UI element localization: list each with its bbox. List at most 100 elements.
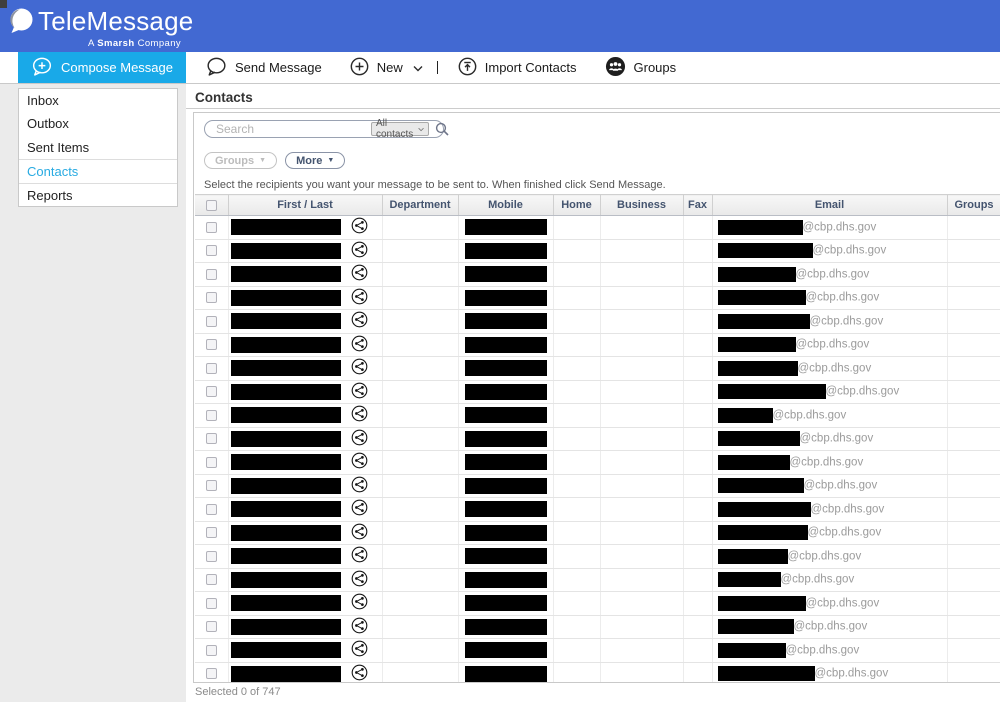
row-checkbox[interactable] bbox=[206, 504, 217, 515]
share-contact-icon[interactable] bbox=[351, 625, 368, 637]
import-contacts-button[interactable]: Import Contacts bbox=[444, 52, 591, 83]
contacts-filter-select[interactable]: All contacts bbox=[371, 122, 429, 136]
row-checkbox[interactable] bbox=[206, 386, 217, 397]
filter-buttons-row: Groups ▼ More ▼ bbox=[204, 152, 345, 169]
groups-cell bbox=[947, 380, 1000, 404]
contact-email-redacted bbox=[718, 220, 803, 235]
email-cell: @cbp.dhs.gov bbox=[712, 333, 947, 357]
contact-name-cell bbox=[228, 357, 382, 381]
department-cell bbox=[382, 615, 458, 639]
row-checkbox[interactable] bbox=[206, 645, 217, 656]
contact-row: @cbp.dhs.gov bbox=[195, 615, 1000, 639]
row-checkbox[interactable] bbox=[206, 363, 217, 374]
chevron-down-icon[interactable] bbox=[413, 60, 423, 75]
row-select-cell bbox=[195, 263, 228, 287]
groups-cell bbox=[947, 451, 1000, 475]
row-checkbox[interactable] bbox=[206, 574, 217, 585]
fax-cell bbox=[683, 357, 712, 381]
compose-message-button[interactable]: Compose Message bbox=[18, 52, 186, 83]
share-contact-icon[interactable] bbox=[351, 225, 368, 237]
share-contact-icon[interactable] bbox=[351, 413, 368, 425]
new-button[interactable]: New bbox=[336, 52, 437, 83]
send-message-button[interactable]: Send Message bbox=[192, 52, 336, 83]
name-redacted bbox=[231, 337, 341, 353]
sidebar-item-contacts[interactable]: Contacts bbox=[19, 159, 177, 182]
col-business: Business bbox=[600, 195, 683, 216]
share-contact-icon[interactable] bbox=[351, 507, 368, 519]
more-button[interactable]: More ▼ bbox=[285, 152, 345, 169]
share-contact-icon[interactable] bbox=[351, 319, 368, 331]
import-contacts-label: Import Contacts bbox=[485, 60, 577, 75]
groups-cell bbox=[947, 474, 1000, 498]
groups-button[interactable]: Groups bbox=[591, 52, 691, 83]
share-contact-icon[interactable] bbox=[351, 648, 368, 660]
business-cell bbox=[600, 286, 683, 310]
row-checkbox[interactable] bbox=[206, 457, 217, 468]
mobile-redacted bbox=[465, 572, 547, 588]
share-contact-icon[interactable] bbox=[351, 437, 368, 449]
groups-people-icon bbox=[605, 56, 626, 80]
search-submit-button[interactable] bbox=[435, 122, 449, 136]
groups-cell bbox=[947, 239, 1000, 263]
mobile-cell bbox=[458, 545, 553, 569]
business-cell bbox=[600, 615, 683, 639]
groups-filter-button[interactable]: Groups ▼ bbox=[204, 152, 277, 169]
row-select-cell bbox=[195, 380, 228, 404]
share-contact-icon[interactable] bbox=[351, 460, 368, 472]
row-checkbox[interactable] bbox=[206, 527, 217, 538]
fax-cell bbox=[683, 662, 712, 682]
home-cell bbox=[553, 498, 600, 522]
share-contact-icon[interactable] bbox=[351, 343, 368, 355]
share-contact-icon[interactable] bbox=[351, 390, 368, 402]
row-checkbox[interactable] bbox=[206, 316, 217, 327]
contact-row: @cbp.dhs.gov bbox=[195, 286, 1000, 310]
row-checkbox[interactable] bbox=[206, 668, 217, 679]
contacts-panel: All contacts Groups ▼ More ▼ Select the … bbox=[193, 112, 1000, 683]
row-select-cell bbox=[195, 639, 228, 663]
email-cell: @cbp.dhs.gov bbox=[712, 474, 947, 498]
name-redacted bbox=[231, 572, 341, 588]
contact-email-redacted bbox=[718, 596, 806, 611]
contacts-filter-value: All contacts bbox=[376, 118, 415, 140]
share-contact-icon[interactable] bbox=[351, 601, 368, 613]
share-contact-icon[interactable] bbox=[351, 672, 368, 682]
share-contact-icon[interactable] bbox=[351, 249, 368, 261]
name-redacted bbox=[231, 666, 341, 682]
share-contact-icon[interactable] bbox=[351, 296, 368, 308]
row-checkbox[interactable] bbox=[206, 339, 217, 350]
share-contact-icon[interactable] bbox=[351, 366, 368, 378]
row-checkbox[interactable] bbox=[206, 480, 217, 491]
contact-email-redacted bbox=[718, 549, 788, 564]
row-checkbox[interactable] bbox=[206, 269, 217, 280]
home-cell bbox=[553, 474, 600, 498]
row-checkbox[interactable] bbox=[206, 621, 217, 632]
business-cell bbox=[600, 357, 683, 381]
row-checkbox[interactable] bbox=[206, 245, 217, 256]
name-redacted bbox=[231, 313, 341, 329]
sidebar-item-sent-items[interactable]: Sent Items bbox=[19, 136, 177, 159]
home-cell bbox=[553, 216, 600, 240]
sidebar-item-reports[interactable]: Reports bbox=[19, 183, 177, 206]
row-checkbox[interactable] bbox=[206, 410, 217, 421]
share-contact-icon[interactable] bbox=[351, 554, 368, 566]
row-checkbox[interactable] bbox=[206, 292, 217, 303]
row-checkbox[interactable] bbox=[206, 222, 217, 233]
contact-row: @cbp.dhs.gov bbox=[195, 216, 1000, 240]
share-contact-icon[interactable] bbox=[351, 484, 368, 496]
contact-row: @cbp.dhs.gov bbox=[195, 639, 1000, 663]
share-contact-icon[interactable] bbox=[351, 531, 368, 543]
row-checkbox[interactable] bbox=[206, 433, 217, 444]
row-checkbox[interactable] bbox=[206, 551, 217, 562]
row-checkbox[interactable] bbox=[206, 598, 217, 609]
fax-cell bbox=[683, 404, 712, 428]
row-select-cell bbox=[195, 615, 228, 639]
select-all-checkbox[interactable] bbox=[206, 200, 217, 211]
search-input[interactable] bbox=[205, 122, 371, 136]
mobile-cell bbox=[458, 498, 553, 522]
share-contact-icon[interactable] bbox=[351, 578, 368, 590]
share-contact-icon[interactable] bbox=[351, 272, 368, 284]
row-select-cell bbox=[195, 427, 228, 451]
sidebar-item-inbox[interactable]: Inbox bbox=[19, 89, 177, 112]
mobile-redacted bbox=[465, 642, 547, 658]
sidebar-item-outbox[interactable]: Outbox bbox=[19, 112, 177, 135]
